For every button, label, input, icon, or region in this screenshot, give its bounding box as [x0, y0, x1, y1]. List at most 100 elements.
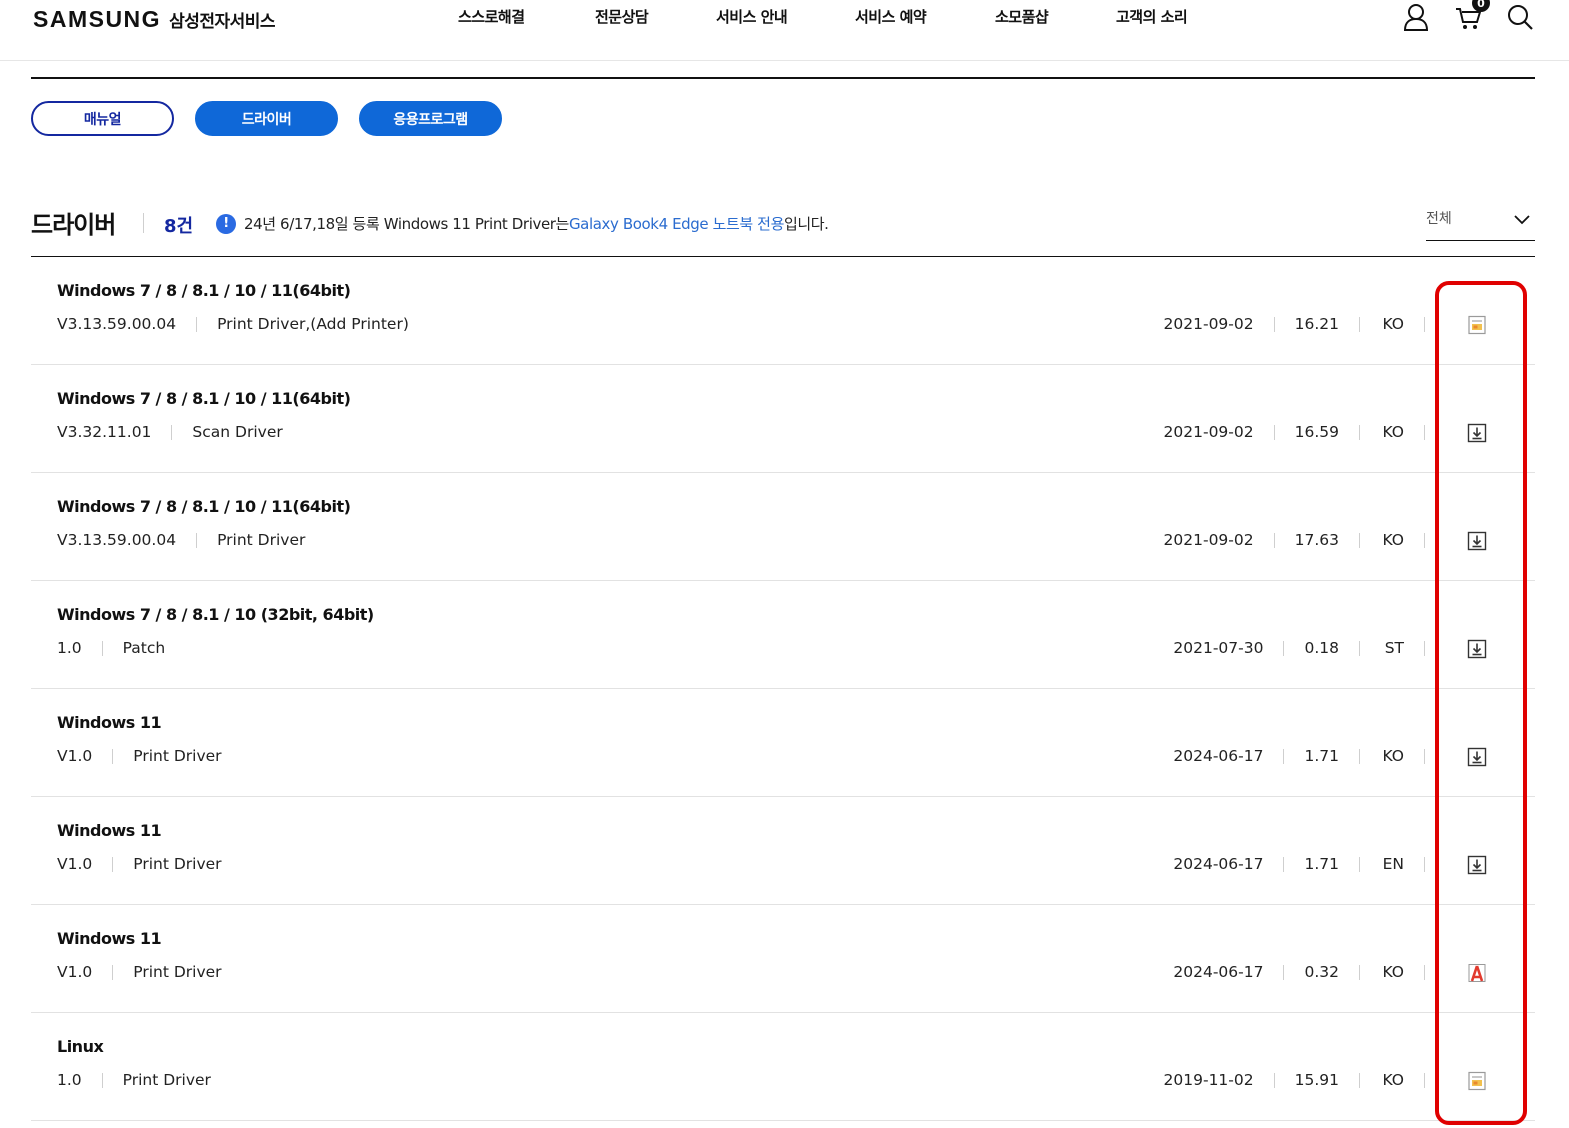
row-version: V1.0	[57, 747, 93, 765]
notice: ! 24년 6/17,18일 등록 Windows 11 Print Drive…	[216, 213, 829, 234]
separator	[1424, 1072, 1425, 1088]
download-icon[interactable]	[1466, 746, 1488, 768]
nav-customer-voice[interactable]: 고객의 소리	[1116, 6, 1188, 27]
row-date: 2021-07-30	[1173, 639, 1264, 657]
separator	[1273, 532, 1275, 548]
separator	[1283, 640, 1285, 656]
separator	[1359, 316, 1360, 332]
download-icon[interactable]	[1466, 530, 1488, 552]
download-icon[interactable]	[1466, 422, 1488, 444]
logo-brand: SAMSUNG	[33, 6, 162, 32]
row-date: 2021-09-02	[1163, 315, 1254, 333]
separator	[1424, 532, 1425, 548]
separator	[1359, 640, 1360, 656]
row-date: 2024-06-17	[1173, 963, 1264, 981]
search-icon[interactable]	[1506, 2, 1534, 32]
notice-prefix: 24년 6/17,18일 등록 Windows 11 Print Driver는	[244, 215, 569, 233]
row-type: Scan Driver	[192, 423, 283, 441]
row-version: 1.0	[57, 639, 82, 657]
filter-dropdown[interactable]: 전체	[1426, 204, 1535, 241]
tab-manual[interactable]: 매뉴얼	[31, 101, 174, 136]
row-meta: 1.0 Print Driver	[57, 1071, 211, 1089]
separator	[112, 856, 114, 872]
pdf-icon[interactable]	[1466, 962, 1488, 984]
list-item: Windows 7 / 8 / 8.1 / 10 / 11(64bit) V3.1…	[31, 257, 1535, 365]
row-meta: V1.0 Print Driver	[57, 855, 222, 873]
row-size: 16.59	[1294, 423, 1339, 441]
separator	[1424, 856, 1425, 872]
separator	[1424, 316, 1425, 332]
info-icon: !	[216, 213, 236, 234]
row-size: 1.71	[1304, 747, 1339, 765]
row-details: 2021-09-02 17.63 KO	[1164, 531, 1425, 549]
row-details: 2024-06-17 1.71 KO	[1173, 747, 1425, 765]
separator	[1273, 316, 1275, 332]
separator	[1273, 1072, 1275, 1088]
site-header: SAMSUNG 삼성전자서비스 스스로해결 전문상담 서비스 안내 서비스 예약…	[0, 0, 1569, 61]
cart-count-badge: 0	[1472, 0, 1490, 12]
separator	[1424, 964, 1425, 980]
separator	[1283, 964, 1285, 980]
row-type: Print Driver	[122, 1071, 211, 1089]
row-type: Patch	[122, 639, 166, 657]
list-item: Windows 7 / 8 / 8.1 / 10 / 11(64bit) V3.1…	[31, 473, 1535, 581]
row-os: Linux	[57, 1037, 104, 1056]
row-os: Windows 7 / 8 / 8.1 / 10 / 11(64bit)	[57, 389, 351, 408]
nav-service-info[interactable]: 서비스 안내	[716, 6, 788, 27]
download-icon[interactable]	[1466, 854, 1488, 876]
separator	[196, 532, 198, 548]
result-count: 8건	[164, 216, 194, 237]
row-language: KO	[1382, 315, 1404, 333]
separator	[171, 424, 173, 440]
row-language: KO	[1382, 423, 1404, 441]
row-type: Print Driver	[217, 531, 306, 549]
row-language: KO	[1382, 1071, 1404, 1089]
list-item: Windows 7 / 8 / 8.1 / 10 (32bit, 64bit) 1…	[31, 581, 1535, 689]
separator	[1283, 748, 1285, 764]
separator	[196, 316, 198, 332]
nav-supplies-shop[interactable]: 소모품샵	[995, 6, 1049, 27]
install-file-icon[interactable]	[1466, 1070, 1488, 1092]
row-size: 15.91	[1294, 1071, 1339, 1089]
row-type: Print Driver	[133, 855, 222, 873]
separator	[1359, 856, 1360, 872]
row-size: 0.32	[1304, 963, 1339, 981]
samsung-logo[interactable]: SAMSUNG 삼성전자서비스	[33, 6, 276, 33]
row-version: V1.0	[57, 855, 93, 873]
list-item: Windows 11 V1.0 Print Driver 2024-06-17 1.71…	[31, 797, 1535, 905]
separator	[112, 748, 114, 764]
separator	[1424, 424, 1425, 440]
nav-expert-consult[interactable]: 전문상담	[595, 6, 649, 27]
install-file-icon[interactable]	[1466, 314, 1488, 336]
row-os: Windows 11	[57, 821, 162, 840]
tab-application[interactable]: 응용프로그램	[359, 101, 502, 136]
separator	[1359, 424, 1360, 440]
nav-self-solve[interactable]: 스스로해결	[458, 6, 525, 27]
chevron-down-icon	[1514, 215, 1530, 225]
separator	[1424, 640, 1425, 656]
list-item: Linux 1.0 Print Driver 2019-11-02 15.91 KO	[31, 1013, 1535, 1121]
separator	[1359, 964, 1360, 980]
row-details: 2019-11-02 15.91 KO	[1164, 1071, 1425, 1089]
top-divider	[31, 77, 1535, 79]
download-icon[interactable]	[1466, 638, 1488, 660]
nav-service-booking[interactable]: 서비스 예약	[855, 6, 927, 27]
row-language: KO	[1382, 531, 1404, 549]
row-os: Windows 11	[57, 713, 162, 732]
user-icon[interactable]	[1402, 2, 1430, 32]
tab-driver[interactable]: 드라이버	[195, 101, 338, 136]
row-type: Print Driver	[133, 963, 222, 981]
row-size: 1.71	[1304, 855, 1339, 873]
separator	[1273, 424, 1275, 440]
row-version: V3.13.59.00.04	[57, 531, 177, 549]
row-version: V3.13.59.00.04	[57, 315, 177, 333]
row-language: KO	[1382, 747, 1404, 765]
row-date: 2024-06-17	[1173, 747, 1264, 765]
row-date: 2021-09-02	[1163, 423, 1254, 441]
row-version: 1.0	[57, 1071, 82, 1089]
row-meta: V3.32.11.01 Scan Driver	[57, 423, 283, 441]
row-details: 2021-09-02 16.21 KO	[1164, 315, 1425, 333]
row-os: Windows 7 / 8 / 8.1 / 10 / 11(64bit)	[57, 281, 351, 300]
row-details: 2021-09-02 16.59 KO	[1164, 423, 1425, 441]
row-language: ST	[1384, 639, 1404, 657]
